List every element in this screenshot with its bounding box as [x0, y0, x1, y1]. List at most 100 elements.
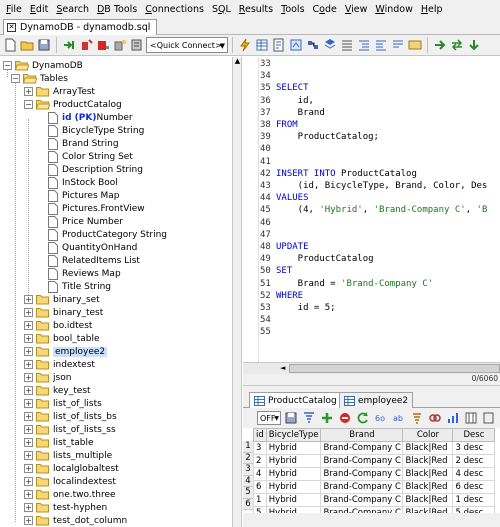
tree-column-item[interactable]: Reviews Map	[48, 267, 121, 280]
table-cell[interactable]: Brand-Company C	[320, 441, 404, 455]
tree-table-item[interactable]: + list_of_lists	[24, 397, 102, 410]
menu-view[interactable]: View	[341, 4, 372, 15]
table-cell[interactable]: Brand-Company C	[320, 454, 404, 468]
column-header[interactable]: BicycleType	[265, 428, 322, 442]
close-icon[interactable]: ✕	[7, 23, 16, 32]
tree-tables-folder[interactable]: − Tables	[11, 72, 68, 85]
table-cell[interactable]: 6 desc	[452, 480, 496, 494]
table-cell[interactable]: 2	[253, 454, 267, 468]
tree-root-dynamodb[interactable]: − DynamoDB	[3, 59, 83, 72]
menu-db-tools[interactable]: DB Tools	[93, 4, 141, 15]
connect-icon[interactable]	[61, 37, 77, 53]
columns-icon[interactable]	[463, 410, 479, 426]
open-folder-icon[interactable]	[19, 37, 35, 53]
menu-help[interactable]: Help	[417, 4, 447, 15]
save-icon[interactable]	[283, 410, 299, 426]
table-cell[interactable]: Black|Red	[402, 454, 454, 468]
expand-icon[interactable]: +	[24, 87, 33, 96]
menu-file[interactable]: File	[2, 4, 26, 15]
tree-table-productcatalog[interactable]: − ProductCatalog	[24, 98, 122, 111]
table-cell[interactable]: 4	[253, 467, 267, 481]
bookmark-icon[interactable]	[322, 37, 338, 53]
tree-table-item[interactable]: + json	[24, 371, 71, 384]
tree-table-arraytest[interactable]: + ArrayTest	[24, 85, 95, 98]
filter-icon[interactable]	[301, 410, 317, 426]
row-number[interactable]: 2	[243, 452, 253, 464]
scrollbar-thumb[interactable]	[289, 364, 500, 373]
tree-table-item[interactable]: + one.two.three	[24, 488, 116, 501]
table-cell[interactable]: 4 desc	[452, 467, 496, 481]
tab-productcatalog[interactable]: ProductCatalog	[249, 392, 342, 408]
tree-column-item[interactable]: Pictures Map	[48, 189, 120, 202]
quick-connect-dropdown[interactable]: <Quick Connect> ▼	[146, 37, 228, 53]
row-number[interactable]: 4	[243, 475, 253, 487]
tree-table-item[interactable]: + lists_multiple	[24, 449, 112, 462]
tree-column-item[interactable]: RelatedItems List	[48, 254, 140, 267]
tree-table-item[interactable]: + list_table	[24, 436, 94, 449]
save-icon[interactable]	[36, 37, 52, 53]
scroll-left-icon[interactable]: ◄	[280, 364, 285, 372]
tree-column-item[interactable]: Price Number	[48, 215, 123, 228]
table-cell[interactable]: 3 desc	[452, 441, 496, 455]
row-number[interactable]: 5	[243, 487, 253, 499]
menu-search[interactable]: Search	[52, 4, 93, 15]
table-cell[interactable]: 6	[253, 480, 267, 494]
disconnect-icon[interactable]	[78, 37, 94, 53]
column-header[interactable]: Color	[402, 428, 454, 442]
schema-icon[interactable]	[305, 37, 321, 53]
editor-horizontal-scrollbar[interactable]: ◄	[243, 362, 500, 374]
table-cell[interactable]: 3	[253, 441, 267, 455]
column-header[interactable]: id	[253, 428, 267, 442]
results-grid[interactable]: id BicycleType Brand Color Desc 3 Hybrid Brand…	[253, 428, 500, 513]
menu-window[interactable]: Window	[371, 4, 416, 15]
arrow-down-icon[interactable]	[466, 37, 482, 53]
row-number[interactable]: 3	[243, 464, 253, 476]
expand-icon[interactable]: +	[24, 373, 33, 382]
tab-employee2[interactable]: employee2	[339, 392, 414, 408]
refresh-icon[interactable]	[355, 410, 371, 426]
delete-row-icon[interactable]	[337, 410, 353, 426]
offset-dropdown[interactable]: OFF ▼	[257, 411, 281, 425]
tree-table-item[interactable]: + bo.idtest	[24, 319, 92, 332]
tree-table-item[interactable]: + indextest	[24, 358, 95, 371]
db-grey-icon[interactable]	[112, 37, 128, 53]
list-icon[interactable]	[339, 37, 355, 53]
execute-icon[interactable]	[237, 37, 253, 53]
menu-connections[interactable]: Connections	[141, 4, 208, 15]
column-header[interactable]: Brand	[320, 428, 404, 442]
menu-code[interactable]: Code	[309, 4, 341, 15]
comment-icon[interactable]	[390, 37, 406, 53]
sql-editor[interactable]: 33 34 35 SELECT 36 id, 37 Brand 38 FROM 39 Produ…	[243, 57, 500, 362]
expand-icon[interactable]: +	[24, 412, 33, 421]
tree-table-item[interactable]: + employee2	[24, 345, 108, 358]
collapse-icon[interactable]: −	[11, 74, 20, 83]
grid-icon[interactable]	[254, 37, 270, 53]
tree-column-item[interactable]: Description String	[48, 163, 143, 176]
expand-icon[interactable]: +	[24, 347, 33, 356]
expand-icon[interactable]: +	[24, 399, 33, 408]
tree-table-item[interactable]: + binary_set	[24, 293, 100, 306]
expand-icon[interactable]: +	[24, 334, 33, 343]
link-icon[interactable]	[427, 410, 443, 426]
table-cell[interactable]: 2 desc	[452, 454, 496, 468]
format-icon[interactable]	[271, 37, 287, 53]
table-cell[interactable]: Hybrid	[265, 493, 322, 507]
table-cell[interactable]: Hybrid	[265, 480, 322, 494]
new-file-icon[interactable]	[2, 37, 18, 53]
table-cell[interactable]: Hybrid	[265, 441, 322, 455]
expand-icon[interactable]: +	[24, 295, 33, 304]
expand-icon[interactable]: +	[24, 425, 33, 434]
expand-icon[interactable]: +	[24, 360, 33, 369]
tree-table-item[interactable]: + list_of_lists_ss	[24, 423, 116, 436]
table-cell[interactable]: 1	[253, 493, 267, 507]
menu-edit[interactable]: Edit	[26, 4, 52, 15]
expand-icon[interactable]: +	[24, 321, 33, 330]
outdent-icon[interactable]	[373, 37, 389, 53]
table-row[interactable]: 6 Hybrid Brand-Company C Black|Red 6 desc	[253, 480, 496, 494]
tree-column-item[interactable]: ProductCategory String	[48, 228, 167, 241]
tree-table-item[interactable]: + bool_table	[24, 332, 100, 345]
tree-column-item[interactable]: BicycleType String	[48, 124, 144, 137]
add-row-icon[interactable]	[319, 410, 335, 426]
chart-icon[interactable]	[445, 410, 461, 426]
table-row[interactable]: 3 Hybrid Brand-Company C Black|Red 3 desc	[253, 441, 496, 455]
